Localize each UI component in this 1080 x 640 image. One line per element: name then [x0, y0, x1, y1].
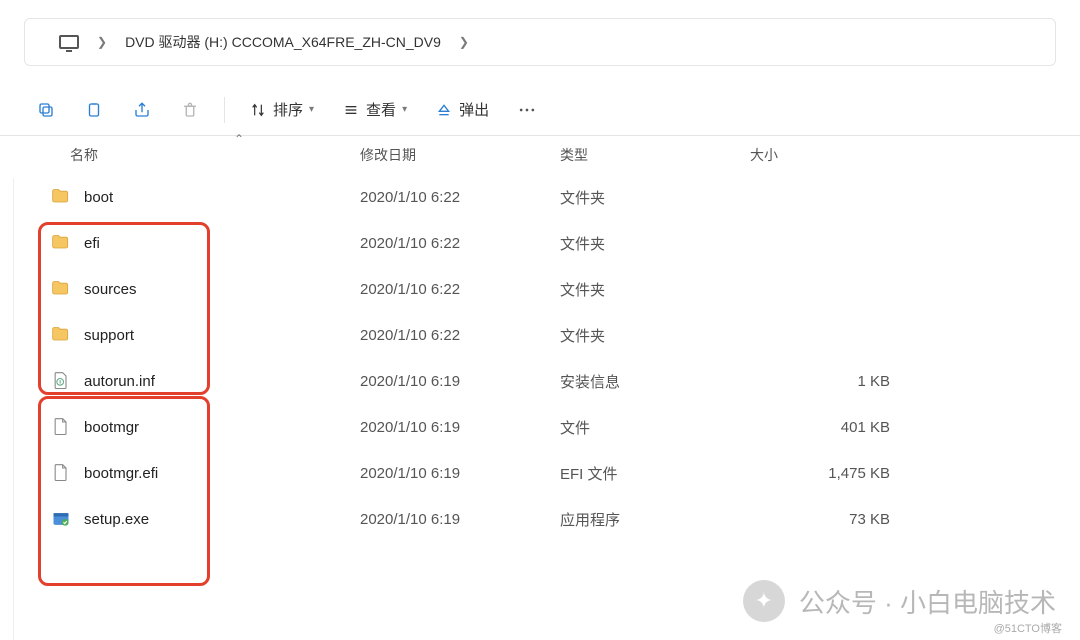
folder-icon: [50, 278, 72, 300]
file-name: sources: [84, 281, 137, 298]
exe-icon: [50, 508, 72, 530]
watermark-text: 公众号 · 小白电脑技术: [799, 583, 1056, 620]
folder-icon: [50, 232, 72, 254]
file-date: 2020/1/10 6:19: [360, 511, 560, 528]
file-row[interactable]: support 2020/1/10 6:22文件夹: [0, 312, 1080, 358]
address-bar[interactable]: ❯ DVD 驱动器 (H:) CCCOMA_X64FRE_ZH-CN_DV9 ❯: [24, 18, 1056, 66]
file-type: 应用程序: [560, 509, 750, 530]
column-headers: ⌃ 名称 修改日期 类型 大小: [0, 136, 1080, 174]
more-button[interactable]: [505, 90, 549, 130]
file-type: 文件: [560, 417, 750, 438]
file-row[interactable]: boot 2020/1/10 6:22文件夹: [0, 174, 1080, 220]
chevron-right-icon: ❯: [89, 35, 115, 49]
column-type[interactable]: 类型: [560, 145, 750, 165]
inf-icon: [50, 370, 72, 392]
wechat-icon: ✦: [743, 580, 785, 622]
view-menu[interactable]: 查看 ▾: [330, 90, 419, 130]
toolbar-separator: [224, 97, 225, 123]
file-date: 2020/1/10 6:19: [360, 419, 560, 436]
share-button[interactable]: [120, 90, 164, 130]
file-icon: [50, 416, 72, 438]
file-type: EFI 文件: [560, 463, 750, 484]
view-label: 查看: [366, 99, 396, 120]
file-list: boot2020/1/10 6:22文件夹efi2020/1/10 6:22文件…: [0, 174, 1080, 542]
chevron-right-icon: ❯: [451, 35, 477, 49]
sort-menu[interactable]: 排序 ▾: [237, 90, 326, 130]
folder-icon: [50, 186, 72, 208]
eject-icon: [435, 102, 453, 118]
paste-button[interactable]: [72, 90, 116, 130]
breadcrumb-root[interactable]: [49, 19, 89, 65]
file-date: 2020/1/10 6:22: [360, 189, 560, 206]
file-size: 401 KB: [750, 419, 930, 436]
pc-icon: [59, 35, 79, 49]
delete-button[interactable]: [168, 90, 212, 130]
file-size: 1,475 KB: [750, 465, 930, 482]
file-date: 2020/1/10 6:22: [360, 327, 560, 344]
file-row[interactable]: sources 2020/1/10 6:22文件夹: [0, 266, 1080, 312]
eject-label: 弹出: [459, 99, 489, 120]
file-name: support: [84, 327, 134, 344]
file-date: 2020/1/10 6:19: [360, 465, 560, 482]
file-name: boot: [84, 189, 113, 206]
toolbar: 排序 ▾ 查看 ▾ 弹出: [0, 84, 1080, 136]
file-size: 1 KB: [750, 373, 930, 390]
chevron-down-icon: ▾: [309, 104, 314, 115]
sort-icon: [249, 102, 267, 118]
file-type: 文件夹: [560, 325, 750, 346]
column-size[interactable]: 大小: [750, 145, 930, 165]
column-date[interactable]: 修改日期: [360, 145, 560, 165]
file-type: 文件夹: [560, 233, 750, 254]
watermark: ✦ 公众号 · 小白电脑技术: [743, 580, 1056, 622]
file-name: bootmgr: [84, 419, 139, 436]
file-date: 2020/1/10 6:22: [360, 281, 560, 298]
column-name[interactable]: 名称: [0, 145, 360, 165]
file-row[interactable]: efi 2020/1/10 6:22文件夹: [0, 220, 1080, 266]
file-row[interactable]: bootmgr 2020/1/10 6:19文件401 KB: [0, 404, 1080, 450]
file-row[interactable]: autorun.inf 2020/1/10 6:19安装信息1 KB: [0, 358, 1080, 404]
file-type: 文件夹: [560, 187, 750, 208]
file-type: 文件夹: [560, 279, 750, 300]
copy-button[interactable]: [24, 90, 68, 130]
file-row[interactable]: bootmgr.efi 2020/1/10 6:19EFI 文件1,475 KB: [0, 450, 1080, 496]
watermark-footer: @51CTO博客: [994, 620, 1062, 636]
file-size: 73 KB: [750, 511, 930, 528]
view-icon: [342, 102, 360, 118]
nav-gutter: [8, 178, 14, 640]
folder-icon: [50, 324, 72, 346]
file-date: 2020/1/10 6:22: [360, 235, 560, 252]
file-icon: [50, 462, 72, 484]
file-row[interactable]: setup.exe 2020/1/10 6:19应用程序73 KB: [0, 496, 1080, 542]
chevron-down-icon: ▾: [402, 104, 407, 115]
eject-button[interactable]: 弹出: [423, 90, 501, 130]
file-name: setup.exe: [84, 511, 149, 528]
file-name: efi: [84, 235, 100, 252]
sort-indicator-icon: ⌃: [234, 132, 244, 146]
breadcrumb-drive[interactable]: DVD 驱动器 (H:) CCCOMA_X64FRE_ZH-CN_DV9: [115, 19, 451, 65]
sort-label: 排序: [273, 99, 303, 120]
file-name: autorun.inf: [84, 373, 155, 390]
file-type: 安装信息: [560, 371, 750, 392]
file-name: bootmgr.efi: [84, 465, 158, 482]
file-date: 2020/1/10 6:19: [360, 373, 560, 390]
